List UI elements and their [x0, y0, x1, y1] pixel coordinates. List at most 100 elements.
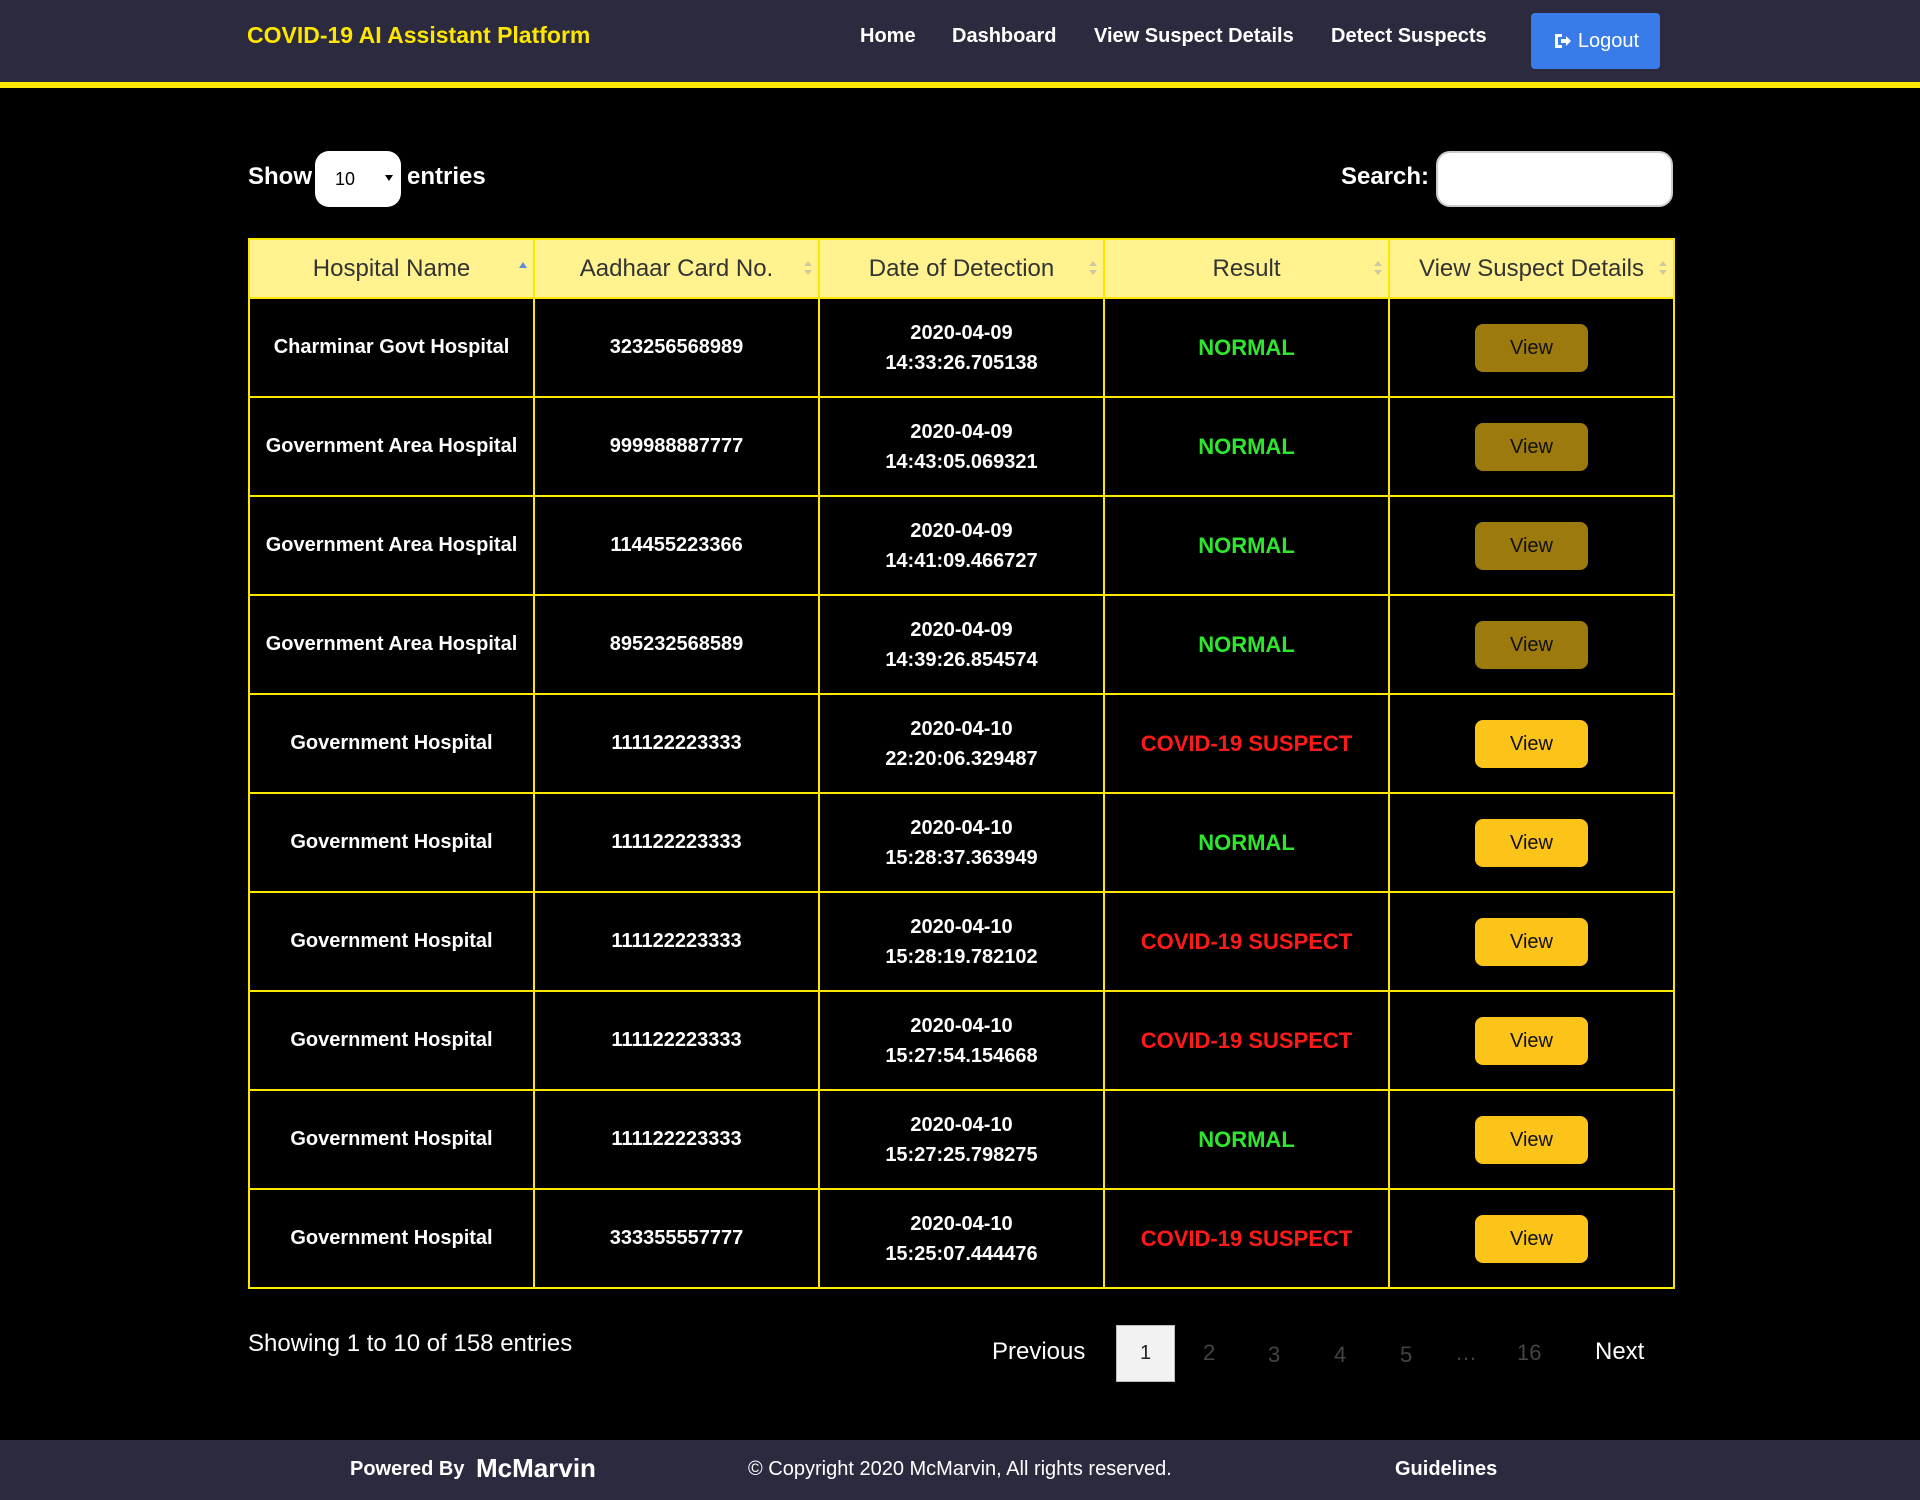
header-aadhaar[interactable]: Aadhaar Card No.: [533, 238, 820, 299]
table-row: Government Hospital 111122223333 2020-04…: [248, 1089, 1675, 1190]
pagination-previous[interactable]: Previous: [992, 1338, 1085, 1366]
table-info: Showing 1 to 10 of 158 entries: [248, 1330, 573, 1357]
entries-select[interactable]: 10: [315, 151, 401, 207]
pagination-page[interactable]: 5: [1400, 1342, 1412, 1368]
nav-home[interactable]: Home: [860, 25, 916, 48]
view-cell: View: [1388, 396, 1675, 497]
sort-icon: [1659, 261, 1667, 275]
date-value: 2020-04-09: [910, 519, 1013, 542]
view-button[interactable]: View: [1475, 818, 1588, 867]
header-result[interactable]: Result: [1103, 238, 1390, 299]
result-cell: NORMAL: [1103, 396, 1390, 497]
view-cell: View: [1388, 594, 1675, 695]
header-view-label: View Suspect Details: [1419, 254, 1644, 282]
result-cell: COVID-19 SUSPECT: [1103, 891, 1390, 992]
header-result-label: Result: [1212, 254, 1281, 282]
view-cell: View: [1388, 891, 1675, 992]
hospital-cell: Government Hospital: [248, 693, 535, 794]
header-view-suspect-details[interactable]: View Suspect Details: [1388, 238, 1675, 299]
hospital-cell: Government Hospital: [248, 1089, 535, 1190]
footer-guidelines-link[interactable]: Guidelines: [1395, 1458, 1497, 1481]
view-cell: View: [1388, 693, 1675, 794]
result-cell: NORMAL: [1103, 792, 1390, 893]
table-row: Government Area Hospital 114455223366 20…: [248, 495, 1675, 596]
table-row: Government Hospital 111122223333 2020-04…: [248, 990, 1675, 1091]
logout-button[interactable]: Logout: [1531, 13, 1660, 69]
aadhaar-cell: 111122223333: [533, 792, 820, 893]
footer-copyright: © Copyright 2020 McMarvin, All rights re…: [748, 1458, 1172, 1480]
date-value: 2020-04-10: [910, 915, 1013, 938]
date-value: 2020-04-10: [910, 816, 1013, 839]
view-button[interactable]: View: [1475, 620, 1588, 669]
view-button[interactable]: View: [1475, 1214, 1588, 1263]
time-value: 15:27:25.798275: [885, 1143, 1038, 1166]
table-row: Government Hospital 111122223333 2020-04…: [248, 891, 1675, 992]
table-row: Government Hospital 111122223333 2020-04…: [248, 792, 1675, 893]
show-label: Show: [248, 163, 312, 190]
pagination-page[interactable]: 3: [1268, 1342, 1280, 1368]
result-normal: NORMAL: [1198, 829, 1295, 855]
nav-detect-suspects[interactable]: Detect Suspects: [1331, 25, 1487, 48]
entries-label: entries: [407, 163, 486, 190]
hospital-cell: Government Area Hospital: [248, 495, 535, 596]
date-cell: 2020-04-10 15:27:25.798275: [818, 1089, 1105, 1190]
pagination-next[interactable]: Next: [1595, 1338, 1644, 1366]
view-cell: View: [1388, 297, 1675, 398]
nav-dashboard[interactable]: Dashboard: [952, 25, 1056, 48]
view-button[interactable]: View: [1475, 1115, 1588, 1164]
view-button[interactable]: View: [1475, 422, 1588, 471]
header-date-label: Date of Detection: [868, 254, 1055, 282]
date-value: 2020-04-09: [910, 420, 1013, 443]
view-button[interactable]: View: [1475, 1016, 1588, 1065]
footer-powered-by: Powered By: [350, 1458, 465, 1480]
result-cell: NORMAL: [1103, 594, 1390, 695]
result-suspect: COVID-19 SUSPECT: [1140, 1225, 1353, 1251]
date-cell: 2020-04-10 22:20:06.329487: [818, 693, 1105, 794]
footer: Powered By McMarvin © Copyright 2020 McM…: [0, 1440, 1920, 1500]
date-value: 2020-04-10: [910, 1014, 1013, 1037]
aadhaar-cell: 999988887777: [533, 396, 820, 497]
view-button[interactable]: View: [1475, 323, 1588, 372]
result-normal: NORMAL: [1198, 1126, 1295, 1152]
header-hospital-name-label: Hospital Name: [312, 254, 471, 282]
date-cell: 2020-04-10 15:25:07.444476: [818, 1188, 1105, 1289]
time-value: 14:41:09.466727: [885, 549, 1038, 572]
sort-asc-icon: [519, 262, 527, 268]
sort-icon: [1089, 261, 1097, 275]
aadhaar-cell: 111122223333: [533, 693, 820, 794]
table-row: Charminar Govt Hospital 323256568989 202…: [248, 297, 1675, 398]
aadhaar-cell: 114455223366: [533, 495, 820, 596]
header-hospital-name[interactable]: Hospital Name: [248, 238, 535, 299]
result-suspect: COVID-19 SUSPECT: [1140, 730, 1353, 756]
logout-label: Logout: [1577, 29, 1640, 52]
time-value: 15:28:37.363949: [885, 846, 1038, 869]
view-cell: View: [1388, 1089, 1675, 1190]
view-button[interactable]: View: [1475, 719, 1588, 768]
aadhaar-cell: 333355557777: [533, 1188, 820, 1289]
hospital-cell: Government Area Hospital: [248, 594, 535, 695]
view-button[interactable]: View: [1475, 521, 1588, 570]
logout-icon: [1554, 34, 1571, 48]
date-cell: 2020-04-09 14:33:26.705138: [818, 297, 1105, 398]
header-date-of-detection[interactable]: Date of Detection: [818, 238, 1105, 299]
date-value: 2020-04-09: [910, 321, 1013, 344]
date-cell: 2020-04-10 15:28:37.363949: [818, 792, 1105, 893]
nav-view-suspect-details[interactable]: View Suspect Details: [1094, 25, 1294, 48]
hospital-cell: Government Hospital: [248, 891, 535, 992]
time-value: 14:39:26.854574: [885, 648, 1038, 671]
pagination-page-current[interactable]: 1: [1116, 1325, 1175, 1382]
pagination-page[interactable]: 4: [1334, 1342, 1346, 1368]
brand-title[interactable]: COVID-19 AI Assistant Platform: [247, 22, 590, 49]
search-input[interactable]: [1436, 151, 1673, 207]
date-value: 2020-04-10: [910, 1113, 1013, 1136]
date-value: 2020-04-10: [910, 717, 1013, 740]
date-cell: 2020-04-10 15:28:19.782102: [818, 891, 1105, 992]
hospital-cell: Government Area Hospital: [248, 396, 535, 497]
table-row: Government Hospital 111122223333 2020-04…: [248, 693, 1675, 794]
view-button[interactable]: View: [1475, 917, 1588, 966]
result-cell: NORMAL: [1103, 1089, 1390, 1190]
result-cell: NORMAL: [1103, 297, 1390, 398]
pagination-page[interactable]: 2: [1203, 1340, 1215, 1366]
footer-brand-logo[interactable]: McMarvin: [476, 1453, 596, 1484]
pagination-page[interactable]: 16: [1517, 1340, 1541, 1366]
